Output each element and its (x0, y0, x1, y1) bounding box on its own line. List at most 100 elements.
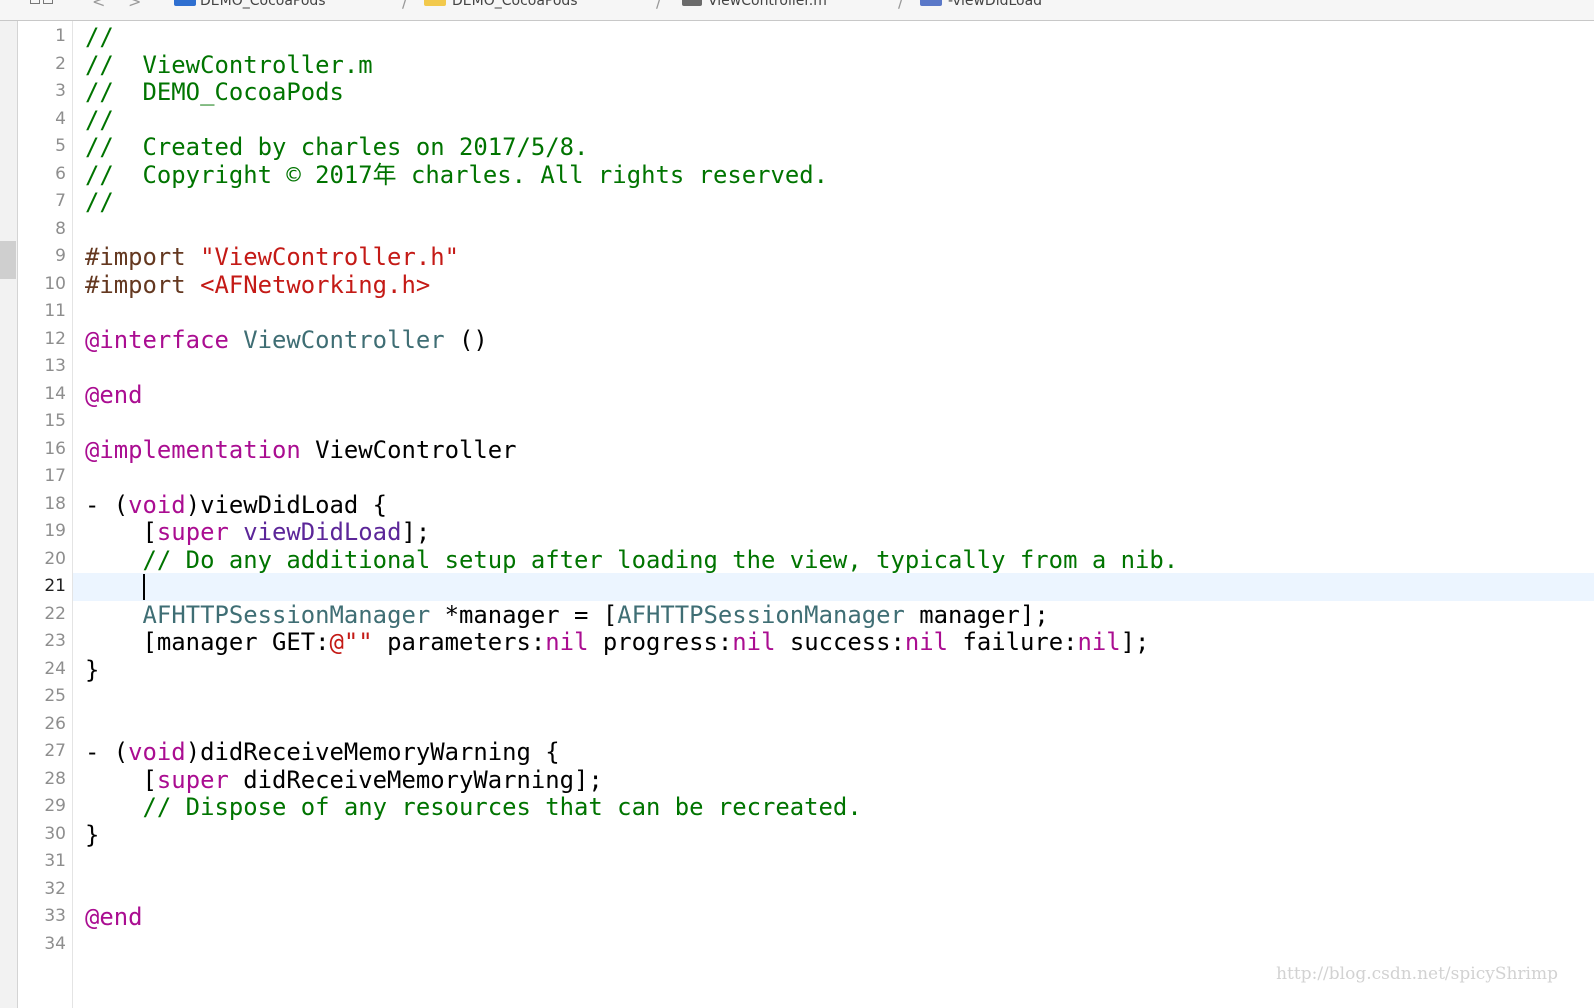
code-line[interactable]: @end (85, 903, 143, 931)
code-token: [ (85, 518, 157, 546)
line-number[interactable]: 6 (55, 161, 66, 188)
code-token: success: (775, 628, 905, 656)
line-number[interactable]: 3 (55, 78, 66, 105)
line-number[interactable]: 18 (44, 491, 66, 518)
line-number[interactable]: 34 (44, 931, 66, 958)
code-line[interactable]: // DEMO_CocoaPods (85, 78, 344, 106)
folder-icon (424, 0, 446, 6)
code-token: // (85, 188, 114, 216)
line-number[interactable]: 25 (44, 683, 66, 710)
line-number[interactable]: 20 (44, 546, 66, 573)
line-number[interactable]: 8 (55, 216, 66, 243)
forward-arrow-button[interactable]: > (128, 0, 141, 11)
line-number[interactable]: 12 (44, 326, 66, 353)
code-token: // DEMO_CocoaPods (85, 78, 344, 106)
code-token: ]; (401, 518, 431, 546)
line-number[interactable]: 14 (44, 381, 66, 408)
code-line[interactable]: } (85, 656, 99, 684)
line-number[interactable]: 23 (44, 628, 66, 655)
back-arrow-button[interactable]: < (92, 0, 105, 11)
breadcrumb-method[interactable]: -viewDidLoad (948, 0, 1042, 9)
line-number[interactable]: 33 (44, 903, 66, 930)
line-number[interactable]: 2 (55, 51, 66, 78)
scroll-knob[interactable] (0, 241, 16, 279)
line-number[interactable]: 32 (44, 876, 66, 903)
code-line[interactable]: // Do any additional setup after loading… (85, 545, 1179, 574)
code-token: @"" (329, 628, 373, 656)
code-line[interactable]: #import <AFNetworking.h> (85, 271, 430, 299)
line-number[interactable]: 17 (44, 463, 66, 490)
code-line[interactable]: @end (85, 381, 143, 409)
code-token: - ( (85, 738, 129, 766)
code-token: didReceiveMemoryWarning]; (228, 765, 603, 794)
line-number[interactable]: 5 (55, 133, 66, 160)
line-number[interactable]: 15 (44, 408, 66, 435)
code-editor[interactable]: //// ViewController.m// DEMO_CocoaPods//… (73, 21, 1594, 1008)
line-number[interactable]: 27 (44, 738, 66, 765)
code-line[interactable]: [manager GET:@"" parameters:nil progress… (85, 628, 1150, 656)
code-line[interactable]: // Copyright © 2017年 charles. All rights… (85, 161, 828, 189)
line-number-gutter: 1 2 3 4 5 6 7 8 9 10 11 12 13 14 15 16 17 18 19 20 21 22 23 24 2… (18, 21, 73, 1008)
line-number[interactable]: 22 (44, 601, 66, 628)
breadcrumb-group[interactable]: DEMO_CocoaPods (452, 0, 578, 9)
code-token: ViewController (243, 325, 445, 354)
line-number[interactable]: 30 (44, 821, 66, 848)
line-number[interactable]: 29 (44, 793, 66, 820)
code-line[interactable]: - (void)viewDidLoad { (85, 491, 387, 519)
line-number[interactable]: 19 (44, 518, 66, 545)
code-token: void (128, 490, 186, 519)
code-line[interactable]: @interface ViewController () (85, 326, 488, 354)
line-number[interactable]: 28 (44, 766, 66, 793)
line-number[interactable]: 4 (55, 106, 66, 133)
line-number[interactable]: 7 (55, 188, 66, 215)
line-number[interactable]: 11 (44, 298, 66, 325)
navigator-edge (0, 21, 18, 1008)
code-token: )viewDidLoad { (185, 490, 388, 519)
line-number[interactable]: 9 (55, 243, 66, 270)
method-icon (920, 0, 942, 6)
code-token: nil (732, 628, 776, 656)
code-line[interactable]: #import "ViewController.h" (85, 243, 459, 271)
code-line[interactable]: AFHTTPSessionManager *manager = [AFHTTPS… (85, 601, 1049, 629)
code-token: progress: (588, 628, 733, 656)
line-number[interactable]: 13 (44, 353, 66, 380)
code-line[interactable]: // (85, 188, 114, 216)
project-file-icon (174, 0, 196, 6)
code-token: *manager = [ (430, 600, 618, 629)
code-token: #import (85, 243, 201, 271)
code-token: @end (85, 380, 143, 409)
code-line[interactable]: @implementation ViewController (85, 436, 517, 464)
objc-source-file-icon (682, 0, 702, 6)
code-token: #import (85, 270, 201, 299)
code-token: - ( (85, 490, 129, 519)
line-number[interactable]: 21 (44, 573, 66, 600)
code-token: AFHTTPSessionManager (617, 600, 905, 629)
line-number[interactable]: 10 (44, 271, 66, 298)
line-number[interactable]: 1 (55, 23, 66, 50)
code-token: ViewController (300, 435, 517, 464)
code-line[interactable]: // (85, 23, 114, 51)
line-number[interactable]: 16 (44, 436, 66, 463)
line-number[interactable]: 26 (44, 711, 66, 738)
code-token: // (85, 23, 114, 51)
line-number[interactable]: 31 (44, 848, 66, 875)
code-line[interactable]: - (void)didReceiveMemoryWarning { (85, 738, 560, 766)
code-line[interactable]: // ViewController.m (85, 51, 373, 79)
breadcrumb-file[interactable]: ViewController.m (708, 0, 827, 9)
code-token: // Do any additional setup after loading… (85, 545, 1179, 574)
code-line[interactable]: } (85, 821, 99, 849)
code-line[interactable]: // Created by charles on 2017/5/8. (85, 133, 588, 161)
code-token: // ViewController.m (85, 50, 373, 79)
watermark: http://blog.csdn.net/spicyShrimp (1276, 964, 1558, 984)
text-cursor (143, 574, 145, 600)
code-line[interactable]: // (85, 106, 114, 134)
breadcrumb-project[interactable]: DEMO_CocoaPods (200, 0, 326, 9)
code-line[interactable]: // Dispose of any resources that can be … (85, 793, 862, 821)
line-number[interactable]: 24 (44, 656, 66, 683)
code-line[interactable]: [super viewDidLoad]; (85, 518, 431, 546)
code-line[interactable]: [super didReceiveMemoryWarning]; (85, 766, 603, 794)
code-token: } (85, 655, 100, 684)
grid-icon[interactable] (30, 0, 56, 6)
code-token: // Dispose of any resources that can be … (85, 793, 862, 821)
